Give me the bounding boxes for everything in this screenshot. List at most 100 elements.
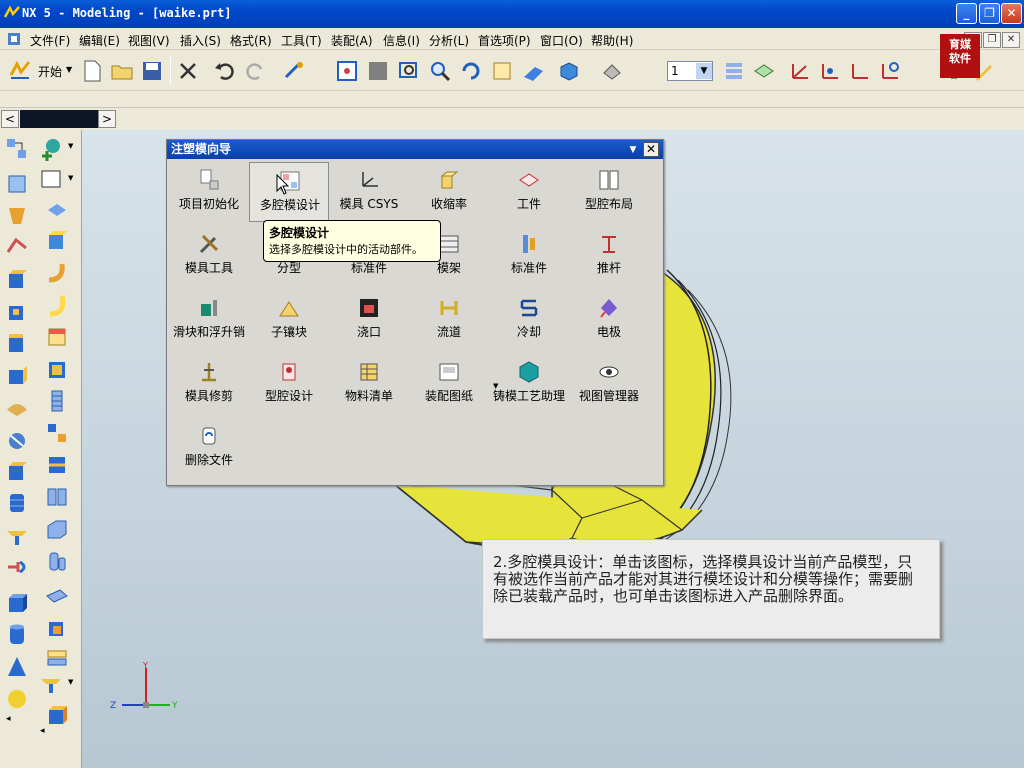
prism-icon[interactable]	[44, 582, 70, 608]
menu-window[interactable]: 窗口(O)	[540, 32, 583, 49]
boss-icon[interactable]	[4, 234, 30, 260]
menu-preferences[interactable]: 首选项(P)	[478, 32, 531, 49]
cone-icon[interactable]	[4, 654, 30, 680]
chamfer-icon[interactable]	[44, 516, 70, 542]
wcs-rotate-icon[interactable]	[848, 59, 872, 83]
scroll-left-icon[interactable]: ◂	[40, 726, 45, 736]
solid-cylinder-icon[interactable]	[4, 622, 30, 648]
rotate-icon[interactable]	[459, 59, 483, 83]
thread-icon[interactable]	[44, 388, 70, 414]
tile-casting-assistant[interactable]: 铸模工艺助理	[489, 354, 569, 414]
perspective-icon[interactable]	[521, 59, 545, 83]
tile-cavity-design[interactable]: 型腔设计	[249, 354, 329, 414]
menu-tools[interactable]: 工具(T)	[281, 32, 322, 49]
pattern-icon[interactable]	[44, 420, 70, 446]
tile-view-manager[interactable]: 视图管理器	[569, 354, 649, 414]
new-file-icon[interactable]	[80, 59, 104, 83]
zoom-window-icon[interactable]	[397, 59, 421, 83]
chevron-down-icon[interactable]: ▼	[68, 142, 73, 150]
chevron-down-icon[interactable]: ▼	[493, 382, 498, 390]
tile-mold-trim[interactable]: 模具修剪	[169, 354, 249, 414]
wcs-icon[interactable]	[788, 59, 812, 83]
save-icon[interactable]	[140, 59, 164, 83]
shaded-cube-icon[interactable]	[44, 702, 70, 728]
scroll-left-icon[interactable]: ◂	[6, 714, 11, 724]
block-icon[interactable]	[44, 228, 70, 254]
layer-settings-icon[interactable]	[722, 59, 746, 83]
offset-face-icon[interactable]	[4, 426, 30, 452]
groove-icon[interactable]	[44, 324, 70, 350]
assembly-navigator-icon[interactable]	[4, 136, 30, 162]
scroll-left-button[interactable]: <	[1, 110, 19, 128]
mdi-restore-button[interactable]: ❐	[983, 32, 1001, 48]
sphere-icon[interactable]	[4, 686, 30, 712]
menu-insert[interactable]: 插入(S)	[180, 32, 221, 49]
background-icon[interactable]	[600, 59, 624, 83]
sweep-icon[interactable]	[44, 260, 70, 286]
tile-assembly-drawing[interactable]: 装配图纸	[409, 354, 489, 414]
trim-body-icon[interactable]	[44, 452, 70, 478]
tube-icon[interactable]	[44, 292, 70, 318]
menu-file[interactable]: 文件(F)	[30, 32, 70, 49]
start-button[interactable]: 开始 ▼	[8, 59, 74, 83]
dialog-menu-icon[interactable]: ▼	[627, 143, 639, 157]
tile-sub-insert[interactable]: 子镶块	[249, 290, 329, 350]
shaded-view-icon[interactable]	[366, 59, 390, 83]
blend-icon[interactable]	[4, 554, 30, 580]
tile-ejector-pin[interactable]: 推杆	[569, 226, 649, 286]
tile-slider-lifter[interactable]: 滑块和浮升销	[169, 290, 249, 350]
menu-format[interactable]: 格式(R)	[230, 32, 272, 49]
slot-icon[interactable]	[4, 330, 30, 356]
mdi-close-button[interactable]: ✕	[1002, 32, 1020, 48]
book-icon[interactable]	[44, 484, 70, 510]
hole-icon[interactable]	[44, 196, 70, 222]
pocket-icon[interactable]	[4, 298, 30, 324]
fit-view-icon[interactable]	[335, 59, 359, 83]
move-layer-icon[interactable]	[752, 59, 776, 83]
revolve-icon[interactable]	[4, 202, 30, 228]
minimize-button[interactable]: _	[956, 3, 977, 24]
draft-icon[interactable]	[4, 522, 30, 548]
shell-icon[interactable]	[44, 356, 70, 382]
tile-project-init[interactable]: 项目初始化	[169, 162, 249, 222]
mold-wizard-icon[interactable]	[38, 136, 64, 162]
scroll-right-button[interactable]: >	[98, 110, 116, 128]
open-folder-icon[interactable]	[110, 59, 134, 83]
redo-icon[interactable]	[244, 59, 268, 83]
tile-electrode[interactable]: 电极	[569, 290, 649, 350]
zoom-icon[interactable]	[428, 59, 452, 83]
tile-delete-file[interactable]: 删除文件	[169, 418, 249, 478]
solid-cube-icon[interactable]	[4, 590, 30, 616]
tile-workpiece[interactable]: 工件	[489, 162, 569, 222]
dialog-close-button[interactable]: ✕	[643, 142, 659, 157]
emboss-icon[interactable]	[4, 394, 30, 420]
dialog-title[interactable]: 注塑模向导	[167, 140, 663, 159]
cylinder-icon[interactable]	[44, 548, 70, 574]
layer-stack-icon[interactable]	[44, 646, 70, 672]
menu-help[interactable]: 帮助(H)	[591, 32, 633, 49]
delete-icon[interactable]	[176, 59, 200, 83]
cylinder-stack-icon[interactable]	[4, 490, 30, 516]
pan-icon[interactable]	[490, 59, 514, 83]
box-icon[interactable]	[44, 614, 70, 640]
chevron-down-icon[interactable]: ▼	[68, 174, 73, 182]
tile-mold-tools[interactable]: 模具工具	[169, 226, 249, 286]
menu-view[interactable]: 视图(V)	[128, 32, 170, 49]
restore-button[interactable]: ❐	[979, 3, 1000, 24]
mirror-icon[interactable]	[4, 458, 30, 484]
tile-standard-part-2[interactable]: 标准件	[489, 226, 569, 286]
undo-icon[interactable]	[212, 59, 236, 83]
menu-edit[interactable]: 编辑(E)	[79, 32, 120, 49]
cube-icon[interactable]	[4, 266, 30, 292]
tile-gate[interactable]: 浇口	[329, 290, 409, 350]
chevron-down-icon[interactable]: ▼	[696, 63, 712, 79]
menu-info[interactable]: 信息(I)	[383, 32, 420, 49]
tile-shrinkage[interactable]: 收缩率	[409, 162, 489, 222]
tile-cavity-layout[interactable]: 型腔布局	[569, 162, 649, 222]
pad-icon[interactable]	[4, 362, 30, 388]
menu-analysis[interactable]: 分析(L)	[429, 32, 469, 49]
app-menu-icon[interactable]	[6, 31, 22, 47]
menu-assembly[interactable]: 装配(A)	[331, 32, 373, 49]
extrude-icon[interactable]	[4, 170, 30, 196]
render-style-icon[interactable]	[557, 59, 581, 83]
